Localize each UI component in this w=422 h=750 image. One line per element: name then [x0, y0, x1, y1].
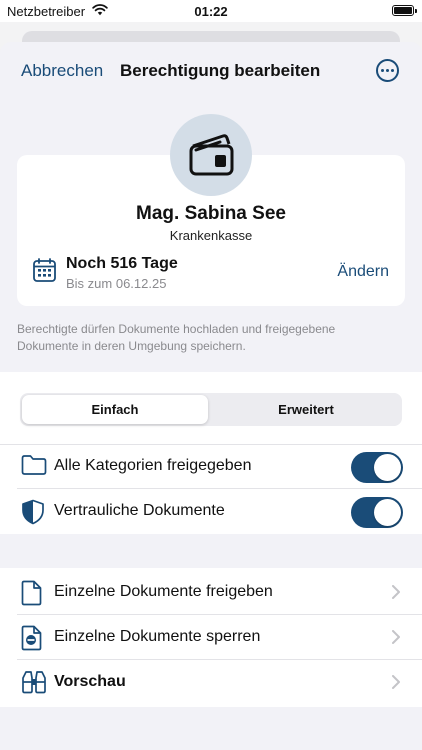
- validity-remaining: Noch 516 Tage: [66, 255, 178, 272]
- action-label-share-documents: Einzelne Dokumente freigeben: [54, 583, 273, 600]
- calendar-icon: [33, 258, 56, 287]
- status-bar: Netzbetreiber 01:22: [0, 0, 422, 22]
- navigation-bar: Abbrechen Berechtigung bearbeiten: [0, 42, 422, 98]
- permission-description: Berechtigte dürfen Dokumente hochladen u…: [17, 322, 336, 353]
- action-row-preview[interactable]: Vorschau: [0, 660, 422, 705]
- permission-sheet: Abbrechen Berechtigung bearbeiten Mag. S…: [0, 42, 422, 750]
- toggle-label-categories: Alle Kategorien freigegeben: [54, 457, 252, 474]
- confidential-toggle[interactable]: [351, 497, 403, 528]
- actions-section: Einzelne Dokumente freigeben Einzelne Do…: [0, 568, 422, 707]
- toggle-row-categories[interactable]: Alle Kategorien freigegeben: [0, 444, 422, 489]
- action-label-block-documents: Einzelne Dokumente sperren: [54, 628, 261, 645]
- ellipsis-circle-icon[interactable]: [376, 59, 399, 82]
- clock: 01:22: [194, 4, 228, 19]
- segment-einfach[interactable]: Einfach: [22, 395, 208, 424]
- cancel-button[interactable]: Abbrechen: [21, 61, 103, 81]
- categories-toggle[interactable]: [351, 452, 403, 483]
- folder-icon: [21, 454, 47, 481]
- segment-erweitert[interactable]: Erweitert: [212, 395, 400, 424]
- action-label-preview: Vorschau: [54, 673, 126, 690]
- page-title: Berechtigung bearbeiten: [120, 61, 321, 80]
- chevron-right-icon: [392, 675, 400, 694]
- chevron-right-icon: [392, 630, 400, 649]
- chevron-right-icon: [392, 585, 400, 604]
- recipient-name: Mag. Sabina See: [136, 203, 286, 224]
- wallet-card-icon: [189, 134, 234, 176]
- battery-icon: [392, 5, 417, 16]
- document-minus-icon: [21, 625, 43, 656]
- divider: [0, 444, 422, 445]
- recipient-organization: Krankenkasse: [169, 228, 253, 243]
- binoculars-icon: [21, 670, 47, 699]
- settings-section: Einfach Erweitert Alle Kategorien freige…: [0, 372, 422, 534]
- action-row-share-documents[interactable]: Einzelne Dokumente freigeben: [0, 570, 422, 615]
- document-icon: [21, 580, 43, 611]
- shield-icon: [21, 499, 45, 530]
- action-row-block-documents[interactable]: Einzelne Dokumente sperren: [0, 615, 422, 660]
- toggle-label-confidential: Vertrauliche Dokumente: [54, 502, 225, 519]
- toggle-row-confidential[interactable]: Vertrauliche Dokumente: [0, 489, 422, 534]
- avatar: [170, 114, 252, 196]
- change-validity-button[interactable]: Ändern: [337, 263, 389, 281]
- validity-end-date: Bis zum 06.12.25: [66, 276, 167, 291]
- mode-segmented-control[interactable]: Einfach Erweitert: [20, 393, 402, 426]
